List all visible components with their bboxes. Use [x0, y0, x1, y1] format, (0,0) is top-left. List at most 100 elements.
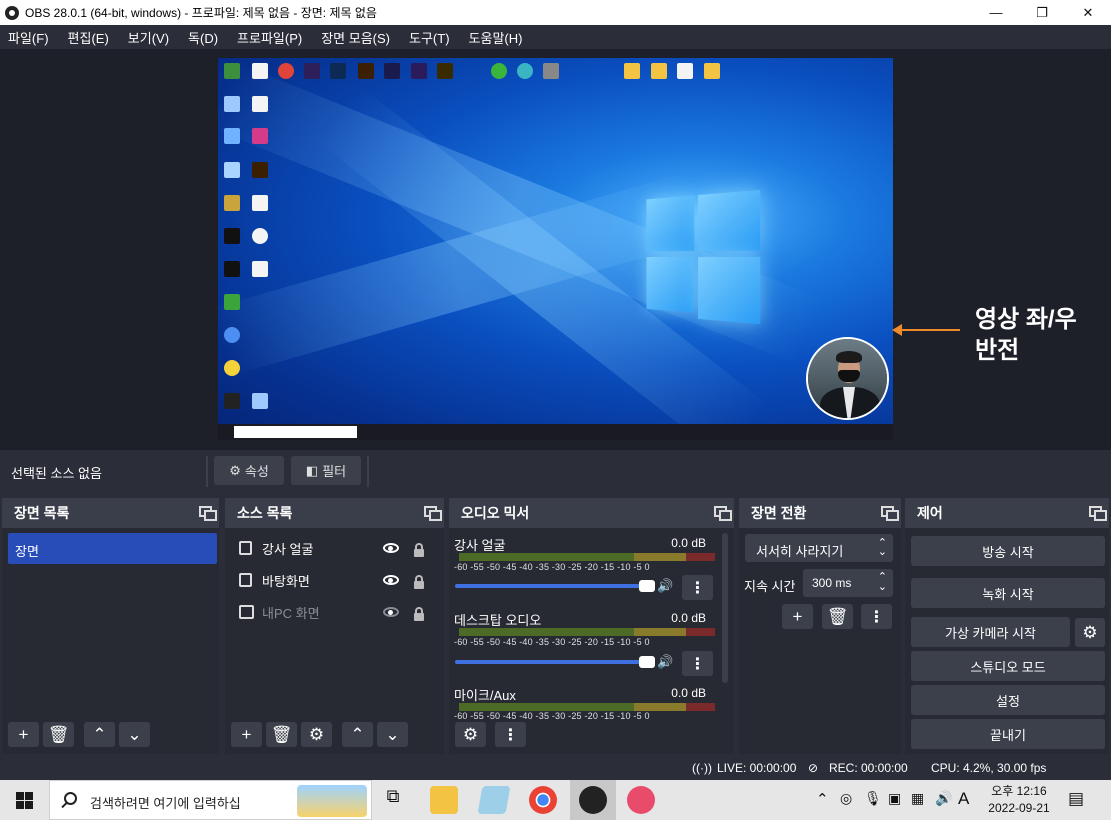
illustrator-icon [252, 162, 268, 178]
recycle-bin-icon [252, 393, 268, 409]
task-view-icon[interactable]: ⧉ [379, 786, 407, 814]
menu-view[interactable]: 보기(V) [124, 28, 169, 47]
mixer-scrollbar[interactable] [722, 533, 728, 683]
volume-slider[interactable] [455, 580, 655, 592]
add-scene-button[interactable]: + [8, 722, 39, 747]
taskbar-clock[interactable]: 오후 12:16 2022-09-21 [984, 783, 1054, 817]
mixer-header: 오디오 믹서 [449, 498, 734, 528]
menu-profile[interactable]: 프로파일(P) [233, 28, 302, 47]
search-placeholder: 검색하려면 여기에 입력하십 [90, 796, 241, 811]
lock-icon[interactable] [414, 543, 424, 557]
transition-select-value: 서서히 사라지기 [756, 544, 844, 559]
menu-file[interactable]: 파일(F) [4, 28, 49, 47]
chevron-up-icon: ⌃ [92, 724, 107, 744]
source-item[interactable]: 내PC 화면 [225, 597, 444, 627]
duration-spinbox[interactable]: 300 ms ⌃ ⌄ [803, 569, 893, 597]
channel-menu-button[interactable]: ⋮ [682, 575, 713, 600]
taskbar-search-box[interactable]: 검색하려면 여기에 입력하십 [49, 780, 372, 820]
undock-icon[interactable] [424, 506, 442, 521]
undock-icon[interactable] [881, 506, 899, 521]
move-scene-up-button[interactable]: ⌃ [84, 722, 115, 747]
studio-mode-button[interactable]: 스튜디오 모드 [911, 651, 1105, 681]
microphone-icon[interactable]: 🎙 [864, 790, 882, 807]
file-explorer-icon[interactable] [430, 786, 458, 814]
transition-menu-button[interactable]: ⋮ [861, 604, 892, 629]
tray-app-icon[interactable]: ▣ [888, 790, 901, 807]
minimize-button[interactable]: — [973, 0, 1019, 25]
trash-icon: 🗑 [270, 724, 293, 744]
spin-icon[interactable]: ⌃ ⌄ [878, 572, 887, 593]
start-streaming-button[interactable]: 방송 시작 [911, 536, 1105, 566]
notification-icon[interactable]: ▤ [1068, 789, 1084, 809]
start-recording-button[interactable]: 녹화 시작 [911, 578, 1105, 608]
trash-icon: 🗑 [826, 606, 849, 626]
meter-scale: -60 -55 -50 -45 -40 -35 -30 -25 -20 -15 … [454, 562, 650, 572]
eye-icon[interactable] [383, 543, 399, 553]
volume-icon[interactable]: 🔊 [935, 790, 952, 807]
preview-canvas[interactable] [218, 58, 893, 440]
advanced-audio-button[interactable]: ⚙ [455, 722, 486, 747]
desktop-app-icon [252, 128, 268, 144]
app-icon[interactable] [627, 786, 655, 814]
obs-taskbar-button[interactable] [570, 780, 616, 820]
add-source-button[interactable]: + [231, 722, 262, 747]
lock-icon[interactable] [414, 575, 424, 589]
remove-scene-button[interactable]: 🗑 [43, 722, 74, 747]
move-source-down-button[interactable]: ⌄ [377, 722, 408, 747]
desktop-app-icon [224, 96, 240, 112]
menu-scene-collection[interactable]: 장면 모음(S) [317, 28, 390, 47]
settings-button[interactable]: 설정 [911, 685, 1105, 715]
chevron-down-icon: ⌄ [127, 724, 142, 744]
add-transition-button[interactable]: + [782, 604, 813, 629]
source-item[interactable]: 바탕화면 [225, 565, 444, 595]
start-virtual-camera-button[interactable]: 가상 카메라 시작 [911, 617, 1070, 647]
remove-source-button[interactable]: 🗑 [266, 722, 297, 747]
source-properties-button[interactable]: ⚙ [301, 722, 332, 747]
move-scene-down-button[interactable]: ⌄ [119, 722, 150, 747]
status-bar: ((·)) LIVE: 00:00:00 ⊘ REC: 00:00:00 CPU… [0, 755, 1111, 780]
transitions-title: 장면 전환 [751, 505, 807, 521]
channel-menu-button[interactable]: ⋮ [682, 651, 713, 676]
tray-app-icon[interactable]: ◎ [840, 790, 852, 807]
exit-button[interactable]: 끝내기 [911, 719, 1105, 749]
virtual-camera-settings-button[interactable]: ⚙ [1075, 618, 1105, 647]
lock-icon[interactable] [414, 607, 424, 621]
folder-icon [704, 63, 720, 79]
network-icon[interactable]: ▦ [911, 790, 924, 807]
menu-edit[interactable]: 편집(E) [64, 28, 109, 47]
ime-indicator[interactable]: A [958, 789, 969, 809]
menu-docks[interactable]: 독(D) [184, 28, 218, 47]
undock-icon[interactable] [1089, 506, 1107, 521]
menu-tools[interactable]: 도구(T) [405, 28, 450, 47]
webcam-overlay[interactable] [806, 337, 889, 420]
move-source-up-button[interactable]: ⌃ [342, 722, 373, 747]
close-button[interactable]: ✕ [1065, 0, 1111, 25]
source-item[interactable]: 강사 얼굴 [225, 533, 444, 563]
filters-button[interactable]: ◧ 필터 [291, 456, 361, 485]
chevron-up-icon[interactable]: ⌃ [816, 790, 829, 808]
scene-list-item[interactable]: 장면 [8, 533, 217, 564]
chrome-icon[interactable] [529, 786, 557, 814]
volume-slider[interactable] [455, 656, 655, 668]
windows-start-icon[interactable] [16, 792, 33, 809]
divider [206, 456, 208, 487]
mixer-menu-button[interactable]: ⋮ [495, 722, 526, 747]
chevron-up-icon: ⌃ [350, 724, 365, 744]
transition-select[interactable]: 서서히 사라지기 ⌃ ⌄ [745, 534, 893, 562]
speaker-icon[interactable]: 🔊 [657, 578, 673, 593]
menu-help[interactable]: 도움말(H) [465, 28, 523, 47]
properties-button[interactable]: ⚙ 속성 [214, 456, 284, 485]
gears-icon: ⚙ [462, 724, 479, 744]
remove-transition-button[interactable]: 🗑 [822, 604, 853, 629]
undock-icon[interactable] [714, 506, 732, 521]
desktop-app-icon [252, 228, 268, 244]
preview-area[interactable]: 영상 좌/우 반전 [0, 49, 1111, 450]
undock-icon[interactable] [199, 506, 217, 521]
channel-name: 강사 얼굴 [454, 538, 506, 553]
speaker-icon[interactable]: 🔊 [657, 654, 673, 669]
app-icon[interactable] [477, 786, 511, 814]
maximize-button[interactable]: ❐ [1019, 0, 1065, 25]
eye-icon[interactable] [383, 575, 399, 585]
eye-hidden-icon[interactable] [383, 607, 399, 617]
context-bar: 선택된 소스 없음 ⚙ 속성 ◧ 필터 [0, 452, 1111, 491]
